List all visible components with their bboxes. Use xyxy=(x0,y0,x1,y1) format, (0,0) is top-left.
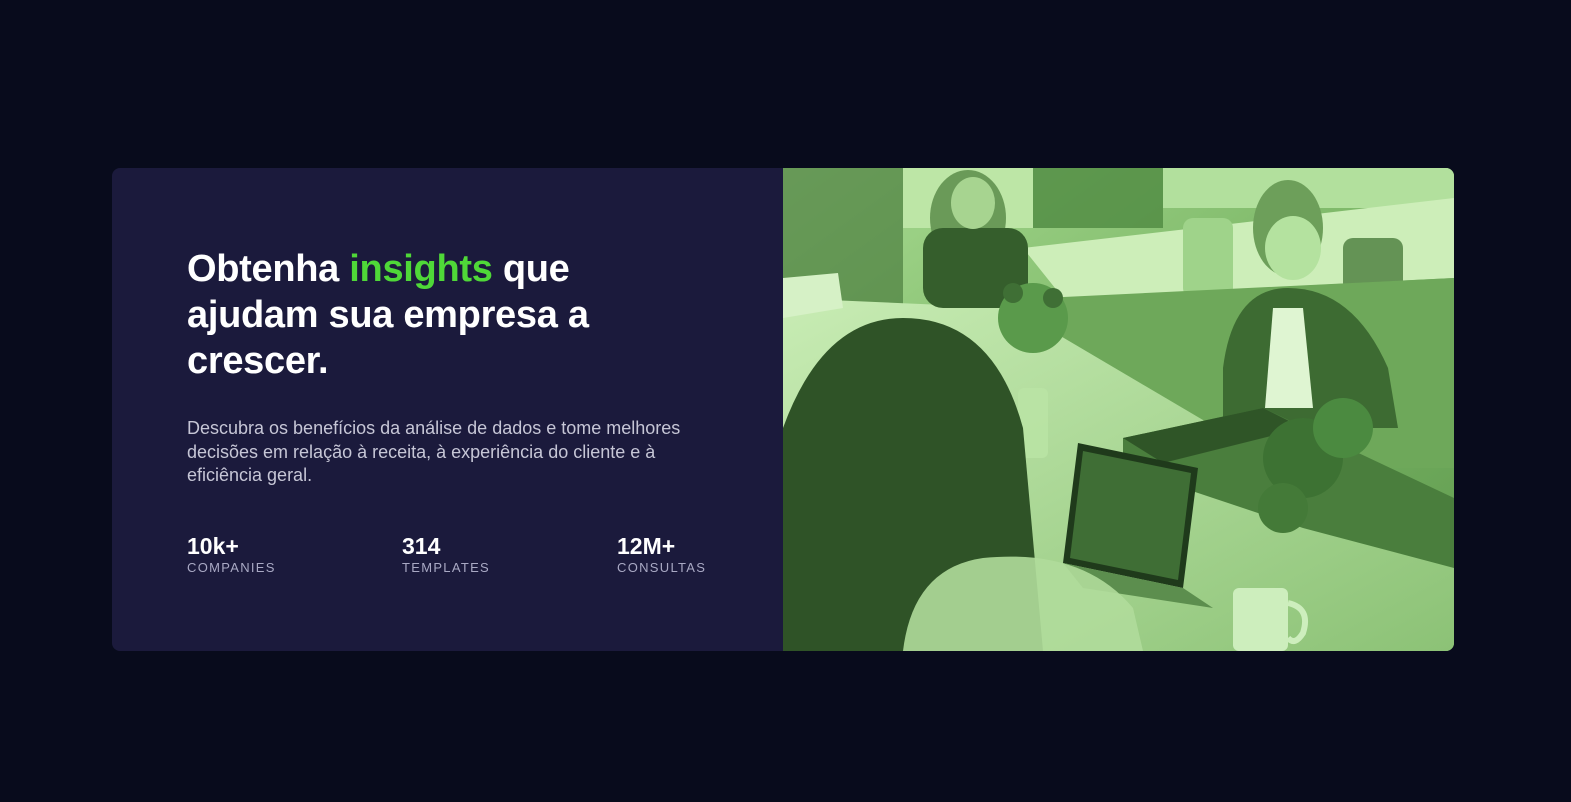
stat-consultas: 12M+ CONSULTAS xyxy=(617,533,727,576)
hero-card: Obtenha insights que ajudam sua empresa … xyxy=(112,168,1454,651)
hero-description: Descubra os benefícios da análise de dad… xyxy=(187,418,681,485)
office-photo-illustration xyxy=(783,168,1454,651)
hero-content: Obtenha insights que ajudam sua empresa … xyxy=(112,168,783,651)
stat-label: TEMPLATES xyxy=(402,560,491,575)
stat-label: COMPANIES xyxy=(187,560,276,575)
stat-templates: 314 TEMPLATES xyxy=(402,533,617,576)
stat-value: 10k+ xyxy=(187,533,239,559)
stat-value: 12M+ xyxy=(617,533,676,559)
hero-headline: Obtenha insights que ajudam sua empresa … xyxy=(187,246,627,384)
stat-value: 314 xyxy=(402,533,441,559)
stat-companies: 10k+ COMPANIES xyxy=(187,533,402,576)
headline-text-start: Obtenha xyxy=(187,248,350,290)
stat-label: CONSULTAS xyxy=(617,560,707,575)
stats-row: 10k+ COMPANIES 314 TEMPLATES 12M+ CONSUL… xyxy=(187,533,727,576)
headline-accent-word: insights xyxy=(349,248,493,290)
hero-image xyxy=(783,168,1454,651)
